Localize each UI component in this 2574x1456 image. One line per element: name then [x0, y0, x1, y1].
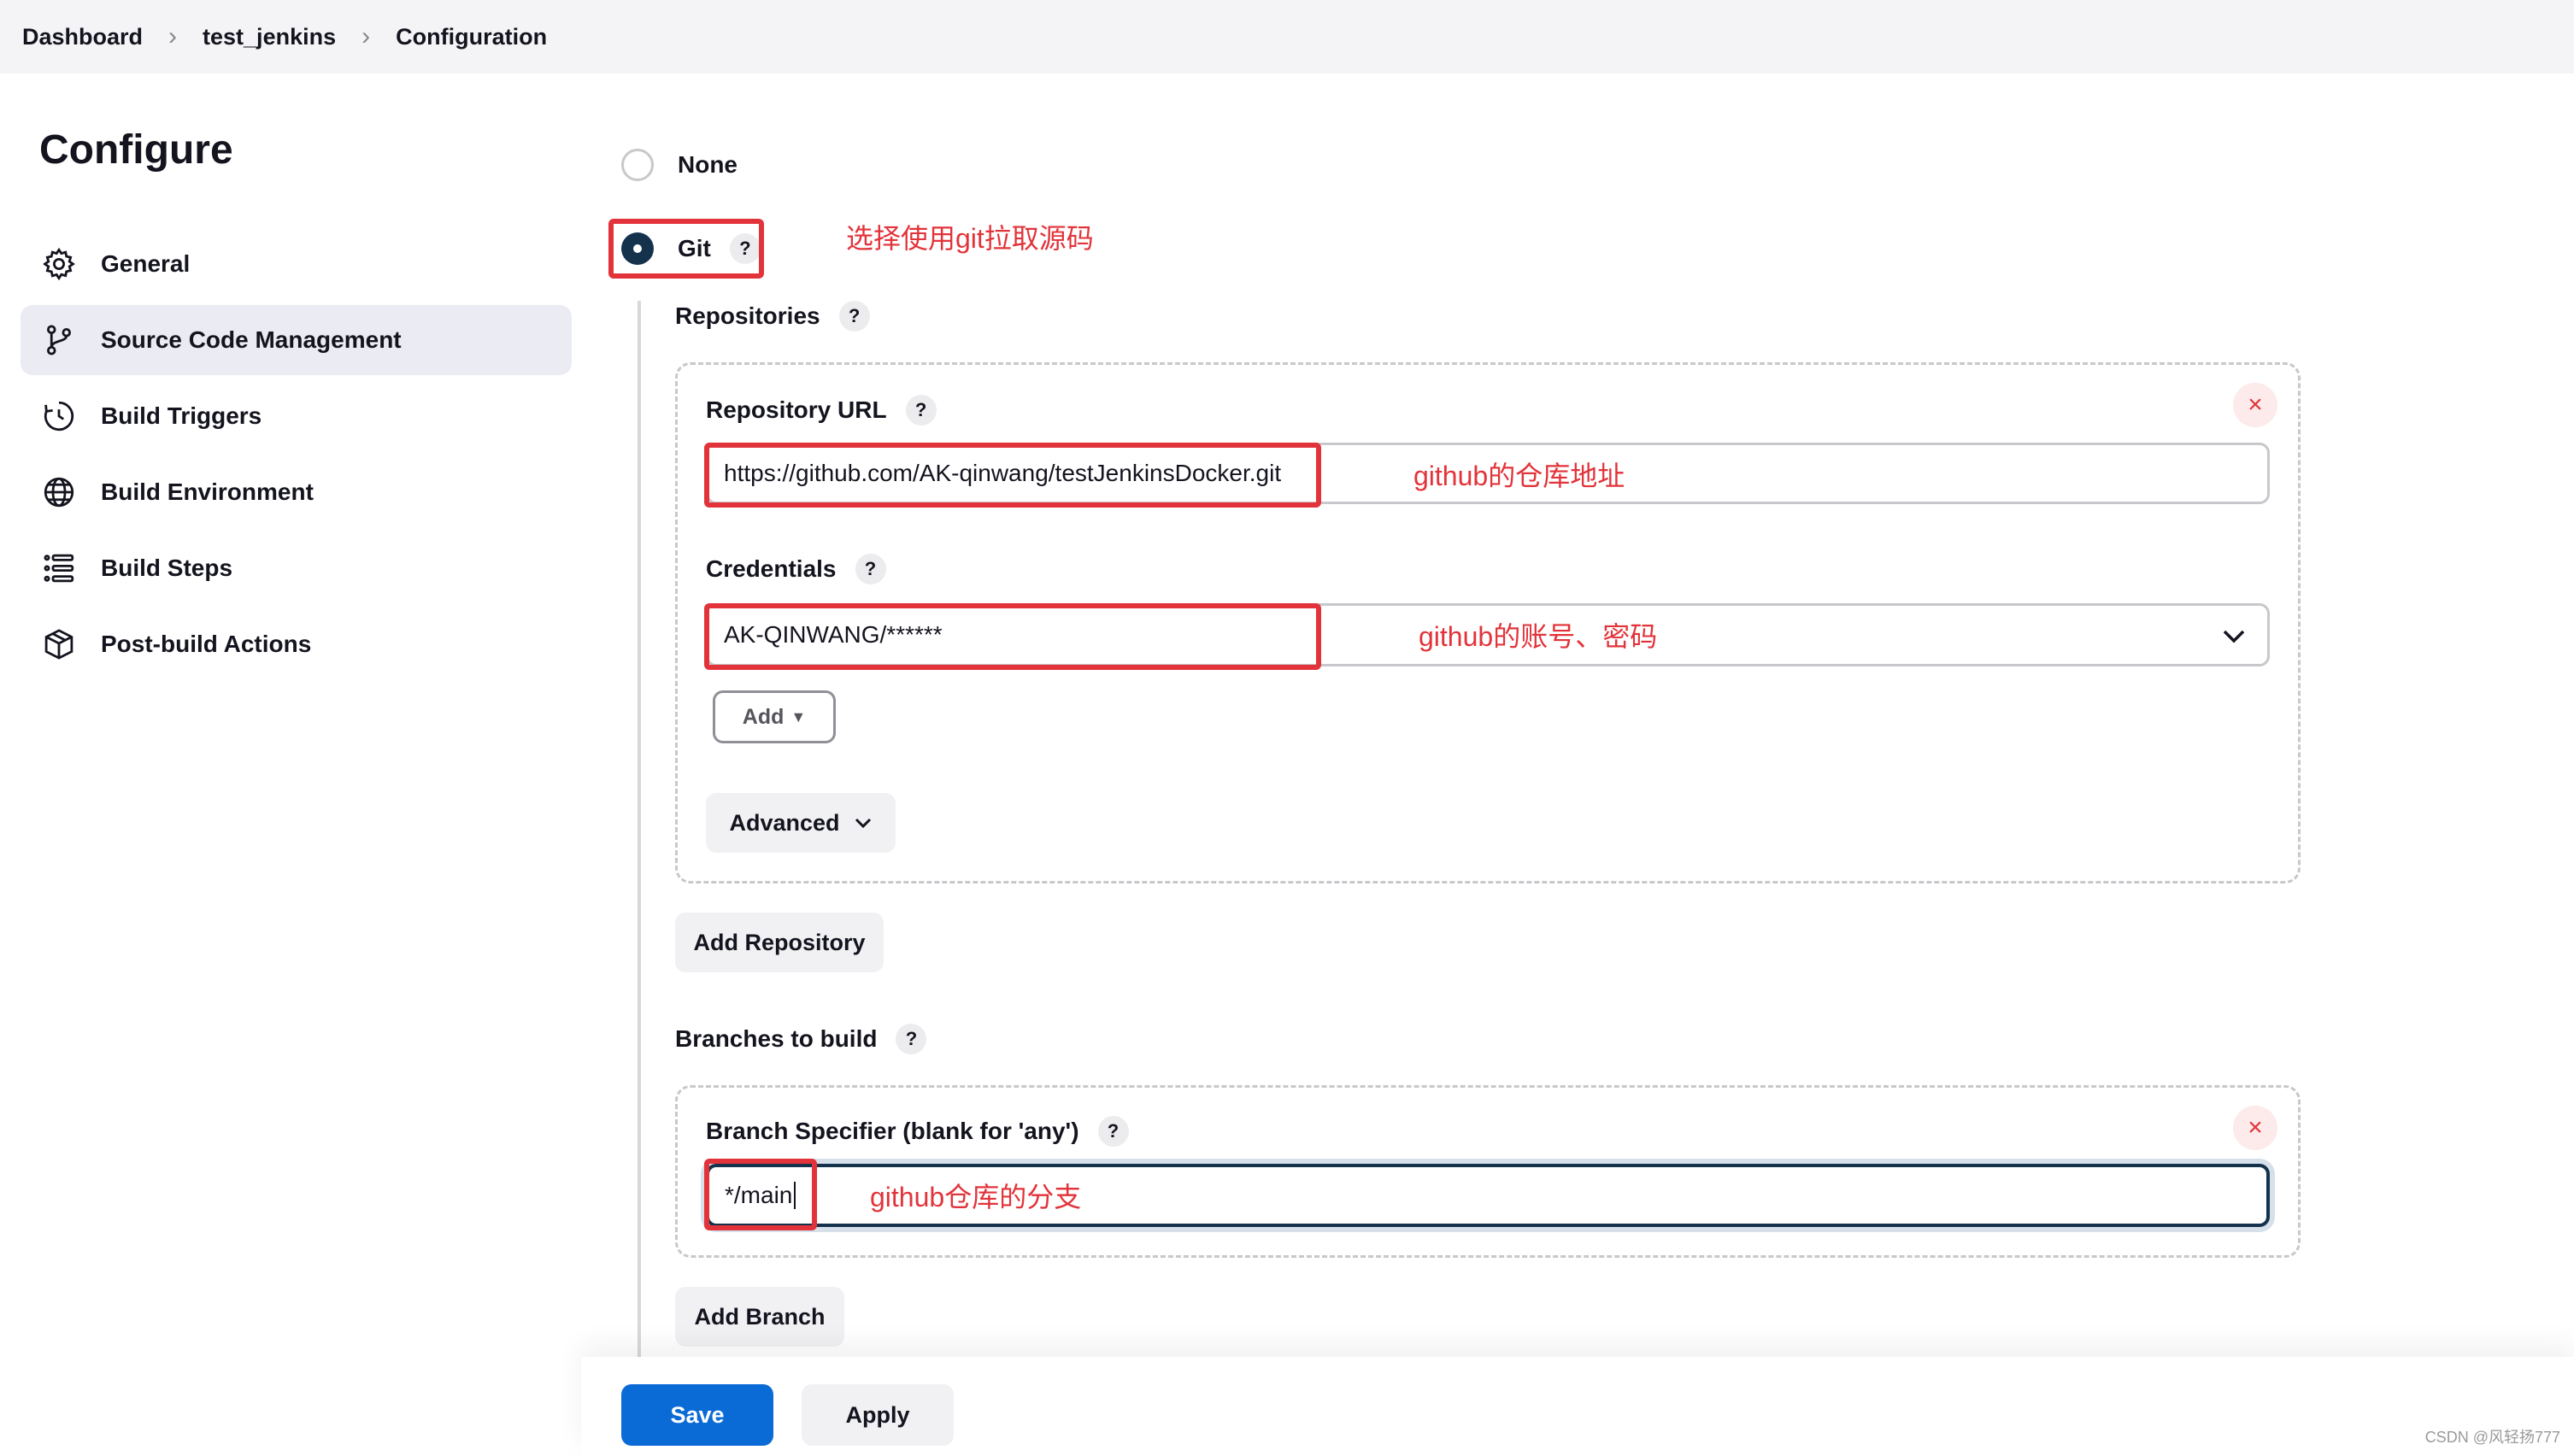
repositories-label: Repositories ? [675, 301, 870, 332]
remove-branch-close-icon[interactable]: × [2233, 1106, 2277, 1150]
advanced-button[interactable]: Advanced [706, 793, 896, 853]
repository-url-label: Repository URL ? [706, 395, 937, 426]
radio-git[interactable] [621, 232, 654, 265]
remove-repository-close-icon[interactable]: × [2233, 383, 2277, 427]
repositories-help-icon[interactable]: ? [838, 301, 870, 332]
chevron-right-icon: › [168, 22, 178, 50]
scm-option-none-label: None [678, 151, 738, 178]
sidebar-item-general[interactable]: General [21, 229, 572, 299]
sidebar-item-build-environment[interactable]: Build Environment [21, 457, 572, 527]
chevron-down-icon [2223, 630, 2245, 643]
sidebar-item-source-code-management[interactable]: Source Code Management [21, 305, 572, 375]
sidebar-item-label: General [101, 250, 191, 277]
annotation-credentials: github的账号、密码 [1419, 621, 1658, 652]
text-cursor [794, 1182, 796, 1209]
branch-specifier-help-icon[interactable]: ? [1097, 1116, 1129, 1147]
radio-none[interactable] [621, 149, 654, 181]
breadcrumb-job[interactable]: test_jenkins [203, 24, 336, 50]
section-indent-line [638, 301, 641, 1360]
sidebar-item-label: Post-build Actions [101, 631, 312, 657]
annotation-branch: github仓库的分支 [870, 1182, 1082, 1212]
sidebar-item-label: Source Code Management [101, 326, 402, 353]
add-branch-button[interactable]: Add Branch [675, 1287, 844, 1347]
scm-option-git[interactable]: Git ? [621, 232, 761, 265]
clock-icon [44, 401, 74, 432]
sidebar-nav: General Source Code Management Build Tri… [21, 229, 572, 685]
chevron-down-icon [855, 818, 871, 829]
sidebar-item-label: Build Triggers [101, 402, 262, 429]
breadcrumb: Dashboard › test_jenkins › Configuration [0, 0, 2574, 73]
apply-button[interactable]: Apply [802, 1384, 954, 1446]
save-button[interactable]: Save [621, 1384, 773, 1446]
sidebar-item-build-steps[interactable]: Build Steps [21, 533, 572, 603]
repository-url-value: https://github.com/AK-qinwang/testJenkin… [724, 460, 1282, 486]
repository-url-help-icon[interactable]: ? [905, 395, 937, 426]
watermark: CSDN @风轻扬777 [2424, 1429, 2560, 1446]
branch-specifier-value: */main [725, 1182, 793, 1208]
credentials-value: AK-QINWANG/****** [724, 621, 943, 648]
credentials-help-icon[interactable]: ? [855, 554, 886, 584]
sidebar-item-build-triggers[interactable]: Build Triggers [21, 381, 572, 451]
sidebar-item-label: Build Environment [101, 478, 314, 505]
annotation-git: 选择使用git拉取源码 [846, 223, 1094, 254]
scm-option-git-label: Git [678, 235, 711, 261]
scm-option-none[interactable]: None [621, 149, 738, 181]
branch-icon [47, 325, 72, 355]
annotation-url: github的仓库地址 [1413, 461, 1625, 491]
add-repository-button[interactable]: Add Repository [675, 913, 884, 972]
breadcrumb-dashboard[interactable]: Dashboard [22, 24, 143, 50]
credentials-label: Credentials ? [706, 554, 886, 584]
page-title: Configure [39, 127, 233, 173]
branch-specifier-label: Branch Specifier (blank for 'any') ? [706, 1116, 1129, 1147]
list-icon [44, 554, 74, 583]
branches-help-icon[interactable]: ? [896, 1024, 927, 1054]
chevron-right-icon: › [361, 22, 371, 50]
box-icon [44, 629, 73, 660]
breadcrumb-configuration[interactable]: Configuration [396, 24, 547, 50]
caret-down-icon: ▼ [790, 707, 807, 725]
branches-label: Branches to build ? [675, 1024, 927, 1054]
git-help-icon[interactable]: ? [729, 233, 761, 264]
add-credentials-button[interactable]: Add ▼ [713, 690, 836, 743]
gear-icon [43, 247, 75, 281]
sidebar-item-label: Build Steps [101, 555, 233, 581]
globe-icon [44, 477, 74, 508]
sidebar-item-post-build-actions[interactable]: Post-build Actions [21, 609, 572, 679]
